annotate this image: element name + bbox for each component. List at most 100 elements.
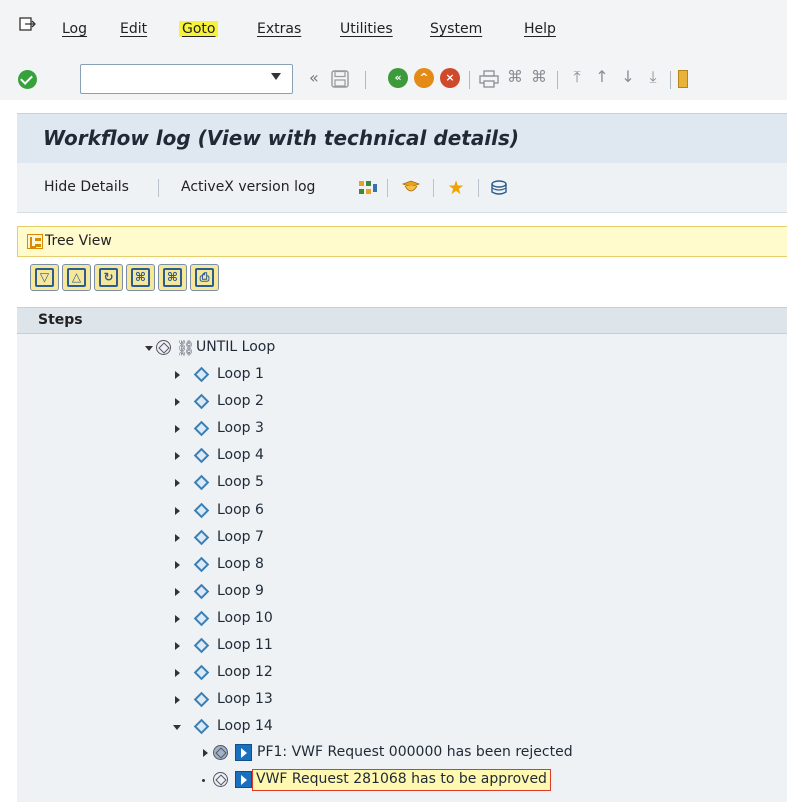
dialog-step-icon bbox=[235, 744, 252, 761]
loop-step-icon bbox=[193, 366, 210, 383]
previous-page-icon[interactable]: ↑ bbox=[593, 68, 611, 86]
loop-step-icon bbox=[193, 664, 210, 681]
menu-log[interactable]: Log bbox=[62, 21, 87, 37]
find-button[interactable]: ⌘ bbox=[126, 264, 155, 291]
expand-arrow-icon[interactable] bbox=[175, 560, 180, 569]
create-session-icon[interactable] bbox=[678, 70, 688, 88]
loop-step-icon bbox=[193, 556, 210, 572]
expand-arrow-icon[interactable] bbox=[175, 669, 180, 678]
tree-node-loop[interactable]: Loop 8 bbox=[173, 552, 373, 579]
loop-step-icon bbox=[193, 719, 210, 735]
tree-node-until-loop[interactable]: ⛓ UNTIL Loop bbox=[141, 335, 441, 362]
toolbar-divider bbox=[469, 71, 470, 89]
tree-node-loop[interactable]: Loop 6 bbox=[173, 498, 373, 525]
menu-edit[interactable]: Edit bbox=[120, 21, 147, 37]
favorite-icon[interactable]: ★ bbox=[446, 178, 466, 198]
back-arrows-icon[interactable]: « bbox=[309, 67, 319, 89]
expand-arrow-icon[interactable] bbox=[175, 506, 180, 515]
loop-step-icon bbox=[193, 637, 210, 654]
refresh-button[interactable]: ↻ bbox=[94, 264, 123, 291]
first-page-icon[interactable]: ⤒ bbox=[568, 68, 586, 86]
graphic-icon[interactable] bbox=[358, 178, 378, 198]
exit-icon[interactable]: ^ bbox=[414, 68, 434, 88]
chevron-down-icon[interactable] bbox=[271, 73, 281, 80]
back-icon[interactable]: « bbox=[388, 68, 408, 88]
expand-arrow-icon[interactable] bbox=[175, 398, 180, 407]
menu-help[interactable]: Help bbox=[524, 21, 556, 37]
database-icon[interactable] bbox=[489, 178, 509, 198]
menu-arrow-icon[interactable] bbox=[19, 17, 37, 33]
tree-node-pf1[interactable]: PF1: VWF Request 000000 has been rejecte… bbox=[200, 740, 720, 767]
expand-all-button[interactable]: ▽ bbox=[30, 264, 59, 291]
tree-node-loop[interactable]: Loop 5 bbox=[173, 470, 373, 497]
cancel-icon[interactable]: × bbox=[440, 68, 460, 88]
expand-arrow-icon[interactable] bbox=[175, 614, 180, 623]
tree-node-loop[interactable]: Loop 7 bbox=[173, 525, 373, 552]
toolbar-divider bbox=[158, 179, 159, 197]
tree-node-approve[interactable]: VWF Request 281068 has to be approved bbox=[200, 767, 720, 794]
dialog-step-icon bbox=[235, 771, 252, 788]
menu-utilities[interactable]: Utilities bbox=[340, 21, 393, 37]
expand-arrow-icon[interactable] bbox=[175, 371, 180, 379]
node-label: Loop 11 bbox=[217, 637, 273, 653]
find-next-button[interactable]: ⌘ bbox=[158, 264, 187, 291]
expand-arrow-icon[interactable] bbox=[175, 479, 180, 488]
expand-arrow-icon[interactable] bbox=[175, 587, 180, 596]
expand-all-icon: ▽ bbox=[35, 268, 54, 287]
enter-icon[interactable] bbox=[18, 70, 37, 89]
expand-arrow-icon[interactable] bbox=[175, 452, 180, 461]
find-next-icon[interactable]: ⌘ bbox=[530, 68, 548, 86]
command-field[interactable] bbox=[80, 64, 293, 94]
expand-arrow-icon[interactable] bbox=[175, 425, 180, 434]
menu-goto[interactable]: Goto bbox=[179, 21, 219, 37]
find-icon[interactable]: ⌘ bbox=[506, 68, 524, 86]
collapse-all-icon: △ bbox=[67, 268, 86, 287]
task-icon bbox=[213, 772, 228, 787]
node-label: UNTIL Loop bbox=[196, 339, 276, 355]
collapse-all-button[interactable]: △ bbox=[62, 264, 91, 291]
node-label: Loop 3 bbox=[217, 420, 264, 437]
tree-node-loop[interactable]: Loop 9 bbox=[173, 579, 373, 606]
node-label: Loop 9 bbox=[217, 582, 264, 599]
application-toolbar: Hide Details ActiveX version log ★ bbox=[17, 163, 787, 213]
print-button[interactable]: ⎙ bbox=[190, 264, 219, 291]
node-label: Loop 2 bbox=[217, 393, 264, 410]
activex-log-button[interactable]: ActiveX version log bbox=[181, 179, 315, 195]
collapse-arrow-icon[interactable] bbox=[145, 346, 153, 351]
agent-icon[interactable] bbox=[401, 178, 421, 198]
node-label: Loop 1 bbox=[217, 366, 264, 382]
steps-tree: Steps ⛓ UNTIL Loop PF1: VWF Request 0000… bbox=[17, 307, 787, 802]
expand-arrow-icon[interactable] bbox=[175, 533, 180, 542]
tree-node-loop[interactable]: Loop 1 bbox=[173, 362, 373, 389]
node-label: Loop 8 bbox=[217, 555, 264, 572]
find-icon: ⌘ bbox=[131, 268, 150, 287]
toolbar-divider bbox=[478, 179, 479, 197]
print-icon[interactable] bbox=[479, 70, 499, 88]
container-icon bbox=[156, 340, 171, 355]
last-page-icon[interactable]: ⤓ bbox=[644, 68, 662, 86]
expand-arrow-icon[interactable] bbox=[203, 749, 208, 757]
tree-node-loop[interactable]: Loop 4 bbox=[173, 443, 373, 470]
collapse-arrow-icon[interactable] bbox=[173, 725, 181, 731]
hide-details-button[interactable]: Hide Details bbox=[44, 179, 129, 195]
node-label: Loop 13 bbox=[217, 691, 273, 708]
node-label: Loop 14 bbox=[217, 718, 273, 735]
tree-node-loop[interactable]: Loop 13 bbox=[173, 687, 373, 714]
menu-extras[interactable]: Extras bbox=[257, 21, 301, 37]
tree-node-loop[interactable]: Loop 2 bbox=[173, 389, 373, 416]
tree-node-loop[interactable]: Loop 14 bbox=[173, 714, 373, 741]
expand-arrow-icon[interactable] bbox=[175, 642, 180, 650]
tree-view-icon bbox=[27, 234, 43, 249]
save-icon[interactable] bbox=[331, 70, 349, 88]
next-page-icon[interactable]: ↓ bbox=[619, 68, 637, 86]
expand-arrow-icon[interactable] bbox=[175, 696, 180, 705]
selected-node-label: VWF Request 281068 has to be approved bbox=[252, 769, 551, 791]
toolbar-divider bbox=[433, 179, 434, 197]
tree-node-loop[interactable]: Loop 11 bbox=[173, 633, 373, 660]
tree-node-loop[interactable]: Loop 3 bbox=[173, 416, 373, 443]
tree-node-loop[interactable]: Loop 12 bbox=[173, 660, 373, 687]
tree-node-loop[interactable]: Loop 10 bbox=[173, 606, 373, 633]
toolbar-divider bbox=[365, 71, 366, 89]
menu-system[interactable]: System bbox=[430, 21, 482, 37]
steps-column-label: Steps bbox=[38, 312, 83, 328]
